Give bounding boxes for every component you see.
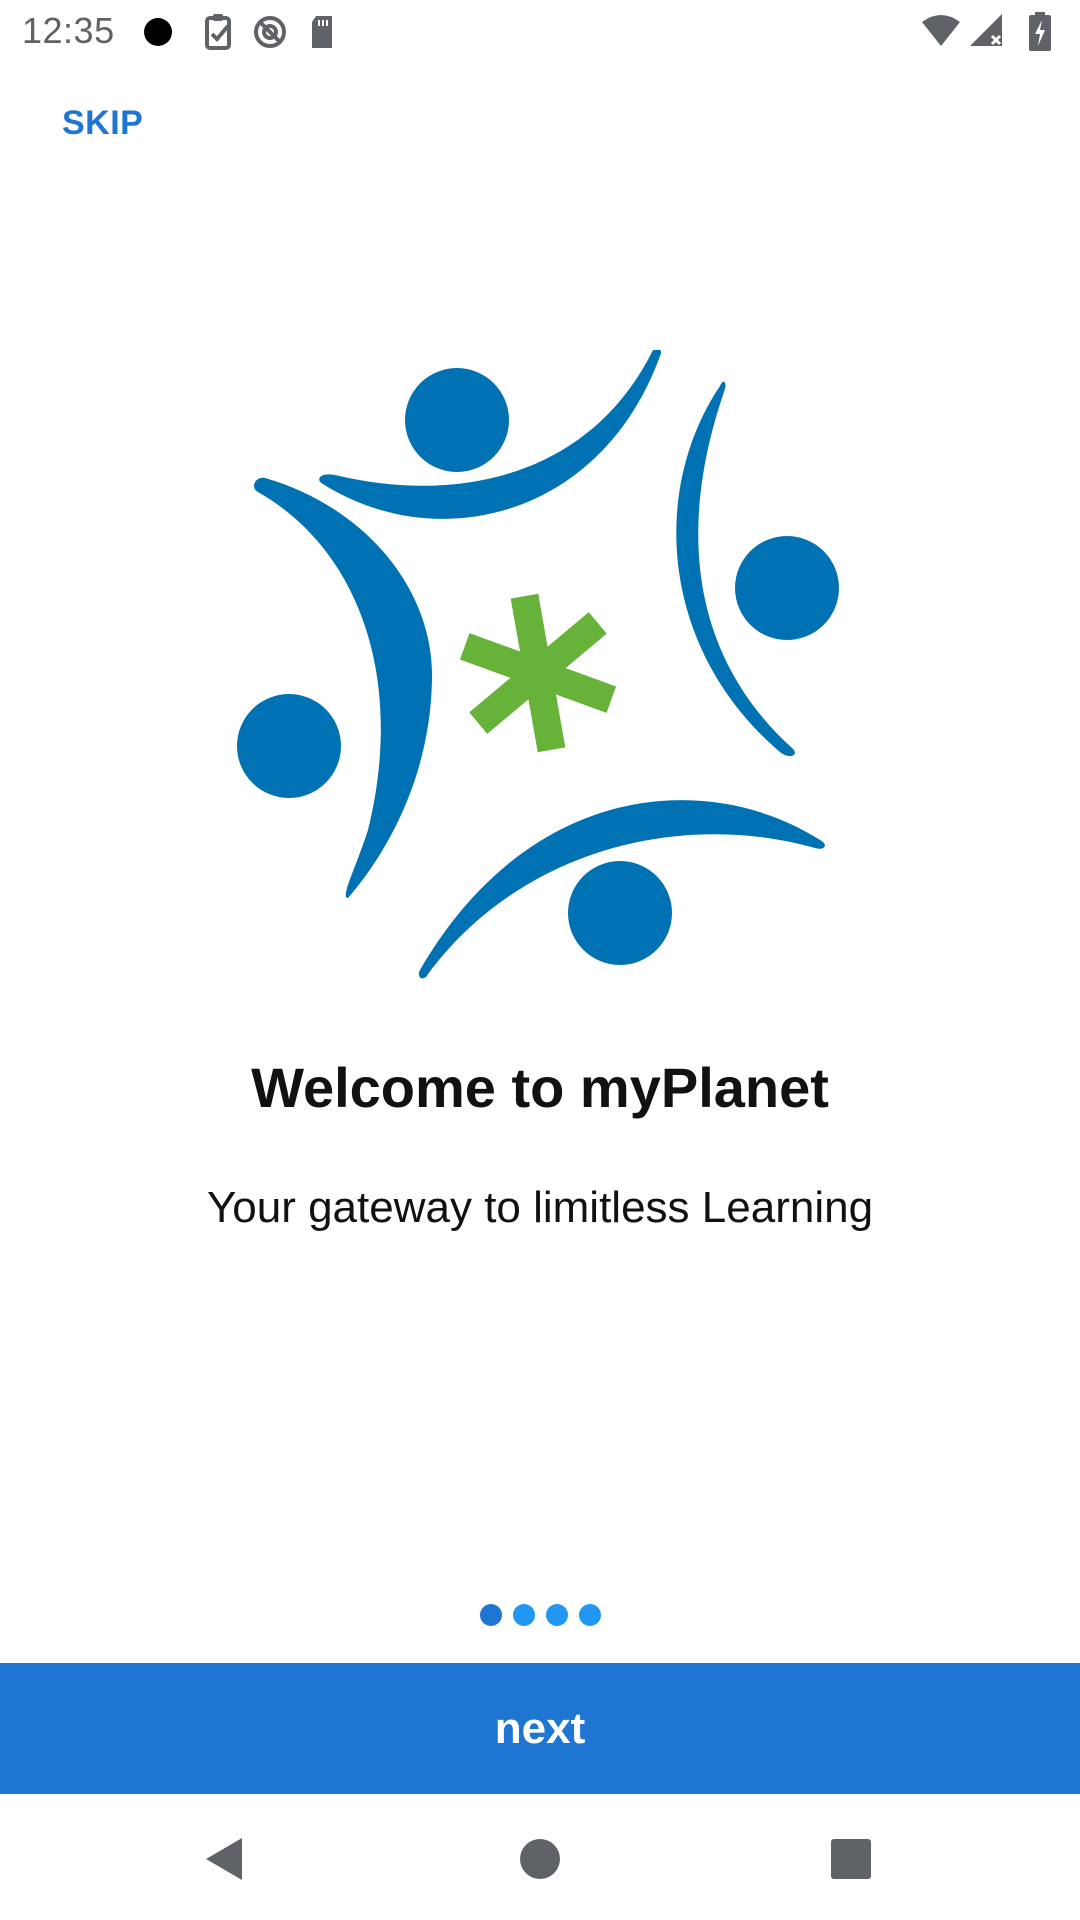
welcome-title: Welcome to myPlanet: [251, 1056, 829, 1119]
status-time: 12:35: [22, 10, 115, 51]
next-button[interactable]: next: [0, 1663, 1080, 1794]
status-system-icons: [920, 12, 1080, 52]
system-nav-bar: [0, 1794, 1080, 1920]
battery-charging-icon: [1029, 12, 1051, 51]
page-dot-4[interactable]: [578, 1604, 601, 1626]
recents-icon[interactable]: [826, 1834, 876, 1884]
skip-button[interactable]: SKIP: [62, 104, 143, 143]
page-dot-1[interactable]: [479, 1604, 502, 1626]
wifi-icon: [922, 15, 960, 46]
sd-card-icon: [312, 16, 332, 48]
page-indicator: [0, 1604, 1080, 1628]
welcome-subtitle: Your gateway to limitless Learning: [206, 1183, 874, 1232]
data-saver-icon: [254, 16, 286, 48]
status-bar: 12:35: [0, 0, 1080, 64]
clipboard-check-icon: [205, 14, 231, 50]
cell-signal-icon: [970, 14, 1002, 46]
myplanet-logo-icon: [237, 350, 839, 979]
home-icon[interactable]: [515, 1834, 565, 1884]
dot-icon: [144, 18, 172, 46]
page-dot-3[interactable]: [545, 1604, 568, 1626]
page-dot-2[interactable]: [512, 1604, 535, 1626]
back-icon[interactable]: [200, 1834, 250, 1884]
